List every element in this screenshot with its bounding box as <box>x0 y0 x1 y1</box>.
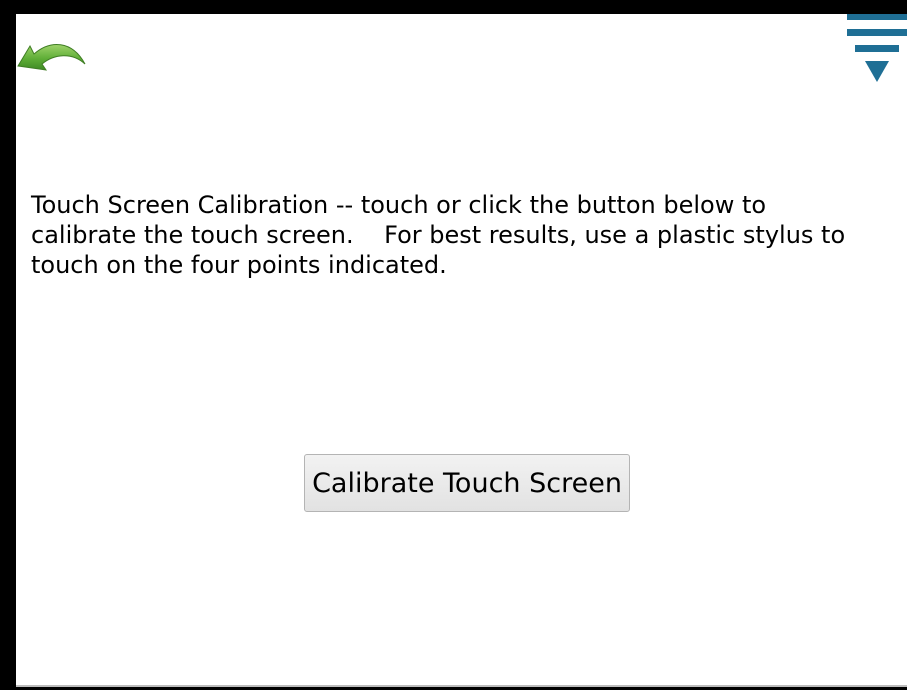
triangle-menu-icon <box>847 14 907 82</box>
calibrate-touch-screen-button[interactable]: Calibrate Touch Screen <box>304 454 630 512</box>
bottom-divider <box>16 685 907 687</box>
screen: Touch Screen Calibration -- touch or cli… <box>16 14 907 687</box>
back-button[interactable] <box>16 26 88 88</box>
curved-back-arrow-icon <box>17 44 86 71</box>
menu-button[interactable] <box>842 14 907 84</box>
calibration-instructions: Touch Screen Calibration -- touch or cli… <box>31 191 846 279</box>
device-frame: Touch Screen Calibration -- touch or cli… <box>0 0 907 690</box>
